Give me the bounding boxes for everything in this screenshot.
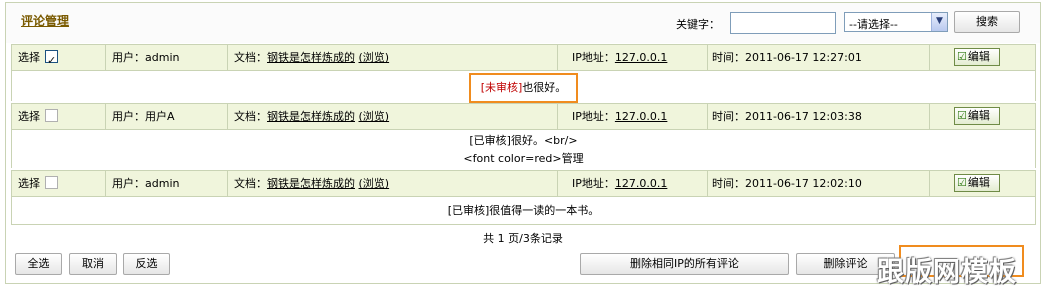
doc-title-link[interactable]: 钢铁是怎样炼成的 <box>267 177 355 190</box>
record-content: [未审核]也很好。 <box>12 72 1035 103</box>
cancel-button[interactable]: 取消 <box>69 253 117 275</box>
check-icon: ☑ <box>957 176 967 189</box>
time-cell: 时间：2011-06-17 12:02:10 <box>708 171 930 197</box>
comment-text-line: [已审核]很好。<br/> <box>469 134 578 147</box>
status-badge: [未审核] <box>480 81 523 94</box>
select-cell: 选择 <box>12 171 106 197</box>
select-cell: 选择 <box>12 45 106 74</box>
browse-link[interactable]: (浏览) <box>359 177 390 190</box>
record-header: 选择 用户：用户A 文档：钢铁是怎样炼成的 (浏览) IP地址：127.0.0.… <box>12 104 1035 130</box>
action-cell: ☑编辑 <box>930 104 1037 130</box>
ip-link[interactable]: 127.0.0.1 <box>615 177 667 190</box>
edit-label: 编辑 <box>967 176 990 189</box>
ip-cell: IP地址：127.0.0.1 <box>558 45 708 71</box>
select-label: 选择 <box>18 51 40 64</box>
doc-label: 文档： <box>234 51 267 64</box>
ip-cell: IP地址：127.0.0.1 <box>558 171 708 197</box>
toolbar: 评论管理 关键字： --请选择-- ▼ 搜索 <box>6 3 1040 43</box>
comment-manager-panel: 评论管理 关键字： --请选择-- ▼ 搜索 选择 用户：admin 文档：钢铁… <box>5 2 1041 284</box>
record-content: [已审核]很值得一读的一本书。 <box>12 198 1035 224</box>
doc-cell: 文档：钢铁是怎样炼成的 (浏览) <box>228 45 558 71</box>
select-label: 选择 <box>18 110 40 123</box>
invert-selection-button[interactable]: 反选 <box>123 253 170 275</box>
record-header: 选择 用户：admin 文档：钢铁是怎样炼成的 (浏览) IP地址：127.0.… <box>12 171 1035 197</box>
comment-text: [已审核]很值得一读的一本书。 <box>447 204 600 217</box>
time-cell: 时间：2011-06-17 12:27:01 <box>708 45 930 71</box>
search-button[interactable]: 搜索 <box>954 11 1020 33</box>
edit-button[interactable]: ☑编辑 <box>954 48 1000 66</box>
ip-cell: IP地址：127.0.0.1 <box>558 104 708 130</box>
comment-record: 选择 用户：admin 文档：钢铁是怎样炼成的 (浏览) IP地址：127.0.… <box>11 44 1037 103</box>
doc-label: 文档： <box>234 177 267 190</box>
pending-comment-box: [未审核]也很好。 <box>468 73 579 103</box>
record-content: [已审核]很好。<br/> <font color=red>管理 <box>12 131 1035 168</box>
doc-label: 文档： <box>234 110 267 123</box>
comment-text-line: <font color=red>管理 <box>463 152 584 165</box>
ip-label: IP地址： <box>572 110 615 123</box>
delete-same-ip-button[interactable]: 删除相同IP的所有评论 <box>580 253 789 275</box>
category-select[interactable]: --请选择-- ▼ <box>844 12 948 32</box>
record-header: 选择 用户：admin 文档：钢铁是怎样炼成的 (浏览) IP地址：127.0.… <box>12 45 1037 74</box>
keyword-label: 关键字： <box>676 18 720 31</box>
record-checkbox[interactable] <box>45 109 58 122</box>
watermark-logo: 跟版网模板 <box>877 257 1017 288</box>
record-checkbox[interactable] <box>45 48 58 74</box>
ip-link[interactable]: 127.0.0.1 <box>615 51 667 64</box>
select-all-button[interactable]: 全选 <box>15 253 62 275</box>
browse-link[interactable]: (浏览) <box>359 51 390 64</box>
keyword-input[interactable] <box>730 12 836 34</box>
comment-record: 选择 用户：admin 文档：钢铁是怎样炼成的 (浏览) IP地址：127.0.… <box>11 170 1036 225</box>
time-cell: 时间：2011-06-17 12:03:38 <box>708 104 930 130</box>
edit-button[interactable]: ☑编辑 <box>954 174 1000 192</box>
select-label: 选择 <box>18 177 40 190</box>
check-icon: ☑ <box>957 50 967 63</box>
ip-link[interactable]: 127.0.0.1 <box>615 110 667 123</box>
page-title[interactable]: 评论管理 <box>21 12 69 29</box>
ip-label: IP地址： <box>572 177 615 190</box>
check-icon: ☑ <box>957 109 967 122</box>
doc-cell: 文档：钢铁是怎样炼成的 (浏览) <box>228 171 558 197</box>
browse-link[interactable]: (浏览) <box>359 110 390 123</box>
doc-title-link[interactable]: 钢铁是怎样炼成的 <box>267 51 355 64</box>
category-select-value: --请选择-- <box>849 18 898 31</box>
select-cell: 选择 <box>12 104 106 130</box>
comment-record: 选择 用户：用户A 文档：钢铁是怎样炼成的 (浏览) IP地址：127.0.0.… <box>11 103 1036 168</box>
user-cell: 用户：用户A <box>106 104 228 130</box>
doc-title-link[interactable]: 钢铁是怎样炼成的 <box>267 110 355 123</box>
action-cell: ☑编辑 <box>930 45 1037 71</box>
edit-label: 编辑 <box>967 50 990 63</box>
edit-label: 编辑 <box>967 109 990 122</box>
comment-text: 也很好。 <box>522 81 567 94</box>
user-cell: 用户：admin <box>106 171 228 197</box>
user-cell: 用户：admin <box>106 45 228 71</box>
chevron-down-icon[interactable]: ▼ <box>931 13 947 31</box>
action-cell: ☑编辑 <box>930 171 1037 197</box>
doc-cell: 文档：钢铁是怎样炼成的 (浏览) <box>228 104 558 130</box>
pagination-info: 共 1 页/3条记录 <box>483 232 563 245</box>
ip-label: IP地址： <box>572 51 615 64</box>
edit-button[interactable]: ☑编辑 <box>954 107 1000 125</box>
record-checkbox[interactable] <box>45 176 58 189</box>
